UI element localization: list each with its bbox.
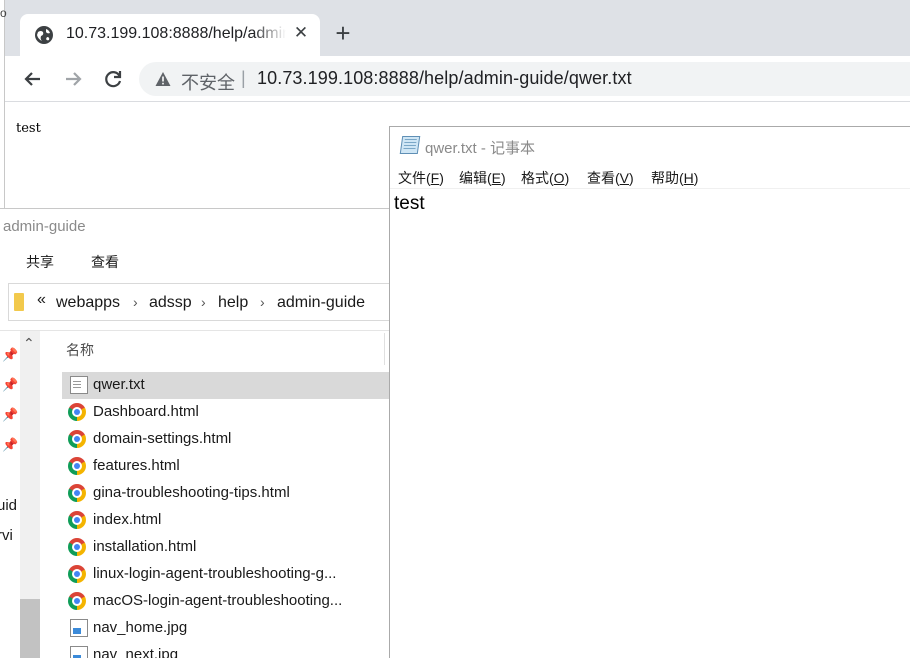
globe-icon [35,26,53,44]
ribbon-tab-share[interactable]: 共享 [26,252,54,272]
chrome-icon [68,538,86,556]
file-name: nav_next.jpg [93,646,179,658]
chrome-icon [68,484,86,502]
chrome-icon [68,430,86,448]
reload-icon[interactable] [100,66,126,92]
file-row[interactable]: Dashboard.html [62,399,390,426]
file-name: gina-troubleshooting-tips.html [93,484,290,501]
tab-title: 10.73.199.108:8888/help/admin-guide/qwer… [66,25,286,42]
file-row[interactable]: gina-troubleshooting-tips.html [62,480,390,507]
back-icon[interactable] [20,66,46,92]
file-row[interactable]: features.html [62,453,390,480]
divider [0,330,390,331]
chrome-icon [68,457,86,475]
new-tab-icon[interactable]: + [330,20,356,46]
address-url[interactable]: 10.73.199.108:8888/help/admin-guide/qwer… [257,68,632,89]
pin-icon[interactable]: 📌 [2,407,18,422]
breadcrumb-webapps[interactable]: webapps [56,294,120,312]
pin-icon[interactable]: 📌 [2,347,18,362]
forward-icon[interactable] [60,66,86,92]
file-row[interactable]: macOS-login-agent-troubleshooting... [62,588,390,615]
explorer-address-bar[interactable]: « webapps › adssp › help › admin-guide [8,283,390,321]
address-bar[interactable]: 不安全 | 10.73.199.108:8888/help/admin-guid… [139,62,910,96]
tab-strip: o 10.73.199.108:8888/help/admin-guide/qw… [0,0,910,56]
folder-icon [14,293,24,311]
file-name: features.html [93,457,180,474]
page-text: test [16,121,41,136]
menu-edit[interactable]: 编辑(E) [459,168,506,188]
notepad-menu-bar: 文件(F) 编辑(E) 格式(O) 查看(V) 帮助(H) [390,165,910,189]
chrome-icon [68,565,86,583]
file-name: nav_home.jpg [93,619,188,636]
file-row[interactable]: index.html [62,507,390,534]
nav-scrollbar[interactable]: ⌃ [20,331,40,658]
chrome-icon [68,403,86,421]
warning-icon[interactable] [155,71,171,87]
file-name: index.html [93,511,162,528]
pin-icon[interactable]: 📌 [2,377,18,392]
column-divider[interactable] [384,333,385,365]
nav-item-label[interactable]: rvi [0,527,13,544]
image-file-icon [70,646,88,658]
scroll-up-icon[interactable]: ⌃ [23,335,35,352]
browser-toolbar: 不安全 | 10.73.199.108:8888/help/admin-guid… [5,56,910,102]
image-file-icon [70,619,88,637]
file-row[interactable]: nav_next.jpg [62,642,390,658]
menu-help[interactable]: 帮助(H) [651,168,698,188]
file-name: linux-login-agent-troubleshooting-g... [93,565,337,582]
menu-view[interactable]: 查看(V) [587,168,634,188]
file-name: domain-settings.html [93,430,232,447]
menu-file[interactable]: 文件(F) [398,168,444,188]
file-name: qwer.txt [93,376,145,393]
breadcrumb-admin-guide[interactable]: admin-guide [277,294,365,312]
breadcrumb-adssp[interactable]: adssp [149,294,192,312]
address-separator: | [241,68,246,88]
file-name: macOS-login-agent-troubleshooting... [93,592,343,609]
file-list: qwer.txt Dashboard.html domain-settings.ht… [62,372,390,658]
nav-item-label[interactable]: uid [0,497,17,514]
column-header-name[interactable]: 名称 [66,340,94,360]
menu-format[interactable]: 格式(O) [521,168,569,188]
not-secure-label[interactable]: 不安全 [181,69,235,95]
chevron-right-icon[interactable]: › [133,294,138,310]
chrome-icon [68,511,86,529]
notepad-icon [399,136,421,154]
pin-icon[interactable]: 📌 [2,437,18,452]
file-row[interactable]: domain-settings.html [62,426,390,453]
file-name: Dashboard.html [93,403,199,420]
file-row[interactable]: qwer.txt [62,372,390,399]
editor-text[interactable]: test [394,193,425,215]
notepad-editor[interactable]: test [390,189,910,658]
explorer-title: admin-guide [3,218,86,235]
file-row[interactable]: nav_home.jpg [62,615,390,642]
notepad-title: qwer.txt - 记事本 [425,140,536,157]
breadcrumb-overflow[interactable]: « [37,291,46,309]
close-tab-icon[interactable]: ✕ [290,22,312,44]
chrome-icon [68,592,86,610]
scrollbar-thumb[interactable] [20,599,40,658]
file-explorer-window: admin-guide 共享 查看 « webapps › adssp › he… [0,208,390,658]
browser-tab[interactable]: 10.73.199.108:8888/help/admin-guide/qwer… [20,14,320,56]
text-file-icon [70,376,88,394]
chevron-right-icon[interactable]: › [201,294,206,310]
chevron-right-icon[interactable]: › [260,294,265,310]
file-row[interactable]: linux-login-agent-troubleshooting-g... [62,561,390,588]
left-edge-text: o [0,6,7,20]
breadcrumb-help[interactable]: help [218,294,248,312]
file-row[interactable]: installation.html [62,534,390,561]
file-name: installation.html [93,538,197,555]
ribbon-tab-view[interactable]: 查看 [91,252,119,272]
notepad-window: qwer.txt - 记事本 文件(F) 编辑(E) 格式(O) 查看(V) 帮… [389,126,910,658]
